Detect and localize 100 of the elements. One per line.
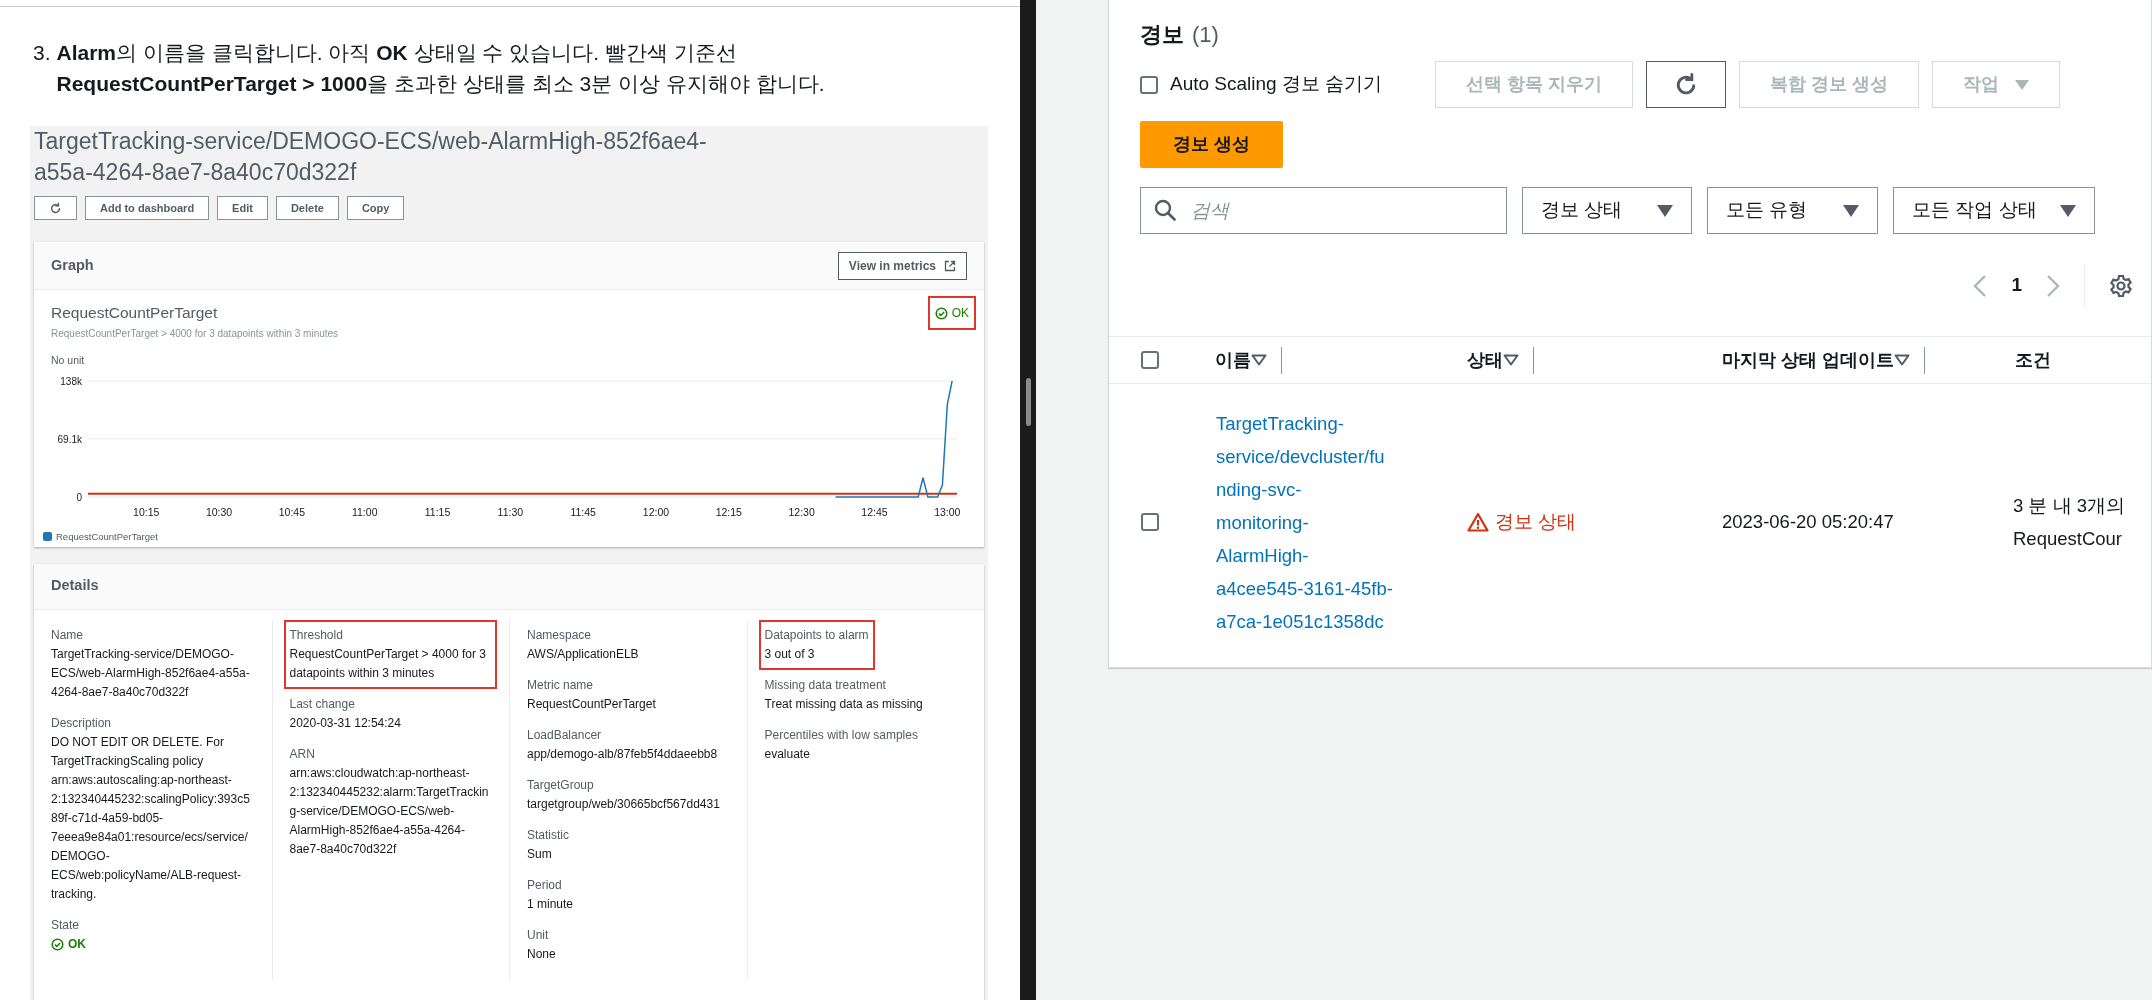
field-value: Treat missing data as missing	[764, 695, 924, 713]
field-value: 1 minute	[527, 895, 575, 913]
x-tick-label: 11:30	[497, 505, 524, 518]
alarm-state: OK	[927, 296, 976, 330]
y-tick-label: 0	[76, 491, 82, 503]
field-label: Description	[51, 714, 113, 732]
page-number[interactable]: 1	[2011, 271, 2022, 300]
field-value: RequestCountPerTarget	[527, 695, 657, 713]
field-value: DO NOT EDIT OR DELETE. For TargetTrackingScaling policy arn:aws:autoscaling:ap-northeast-2:132340445232:scalingPolicy:393c589f-c71d-4a59-bd05-7eeea9e84a01:resource/ecs/service/DEMOGO-ECS/web:policyName/ALB-request-tracking.	[51, 733, 251, 903]
field-value: targetgroup/web/30665bcf567dd431	[527, 795, 721, 813]
field-value: evaluate	[764, 745, 811, 763]
settings-icon[interactable]	[2109, 273, 2133, 298]
field-label: Percentiles with low samples	[764, 726, 919, 744]
x-tick-label: 12:30	[788, 505, 815, 518]
field-label: Datapoints to alarm	[764, 626, 869, 644]
x-tick-label: 12:15	[715, 505, 742, 518]
step-number: 3.	[33, 40, 51, 66]
metric-title: RequestCountPerTarget	[51, 303, 218, 324]
y-tick-label: 69.1k	[57, 433, 82, 445]
field-value: RequestCountPerTarget > 4000 for 3 datapoints within 3 minutes	[289, 645, 487, 682]
details-heading: Details	[51, 576, 99, 596]
field-value: 3 out of 3	[764, 645, 816, 663]
caret-icon	[2015, 79, 2030, 90]
field-value: AWS/ApplicationELB	[527, 645, 640, 663]
field-label: Namespace	[527, 626, 593, 644]
field-value: arn:aws:cloudwatch:ap-northeast-2:132340445232:alarm:TargetTracking-service/DEMOGO-ECS/web-AlarmHigh-852f6ae4-a55a-4264-8ae7-8a40c70d322f	[289, 764, 490, 858]
select-all-checkbox[interactable]	[1141, 351, 1159, 369]
filter-dropdown[interactable]: 모든 작업 상태	[1893, 187, 2095, 234]
field-value: 2020-03-31 12:54:24	[289, 714, 402, 732]
x-tick-label: 10:30	[205, 505, 233, 518]
x-tick-label: 11:00	[351, 505, 378, 518]
search-field[interactable]: 검색	[1140, 187, 1507, 234]
sort-icon[interactable]	[1251, 354, 1267, 366]
x-tick-label: 12:45	[861, 505, 888, 518]
field-label: State	[51, 916, 81, 934]
field-label: TargetGroup	[527, 776, 595, 794]
field-label: Unit	[527, 926, 550, 944]
checkbox[interactable]	[1140, 75, 1158, 94]
field-label: Name	[51, 626, 84, 644]
toolbar-button[interactable]: Edit	[217, 196, 268, 220]
external-link-icon	[944, 259, 956, 272]
field-label: Missing data treatment	[764, 676, 887, 694]
refresh-icon	[49, 201, 62, 215]
column-header[interactable]: 이름	[1191, 346, 1251, 374]
legend-label: RequestCountPerTarget	[56, 530, 158, 542]
view-in-metrics-button[interactable]: View in metrics	[837, 251, 967, 280]
y-tick-label: 138k	[60, 375, 82, 387]
sort-icon[interactable]	[1503, 354, 1519, 366]
alarm-title: a55a-4264-8ae7-8a40c70d322f	[34, 158, 358, 187]
unit-label: No unit	[51, 353, 86, 368]
x-tick-label: 11:15	[424, 505, 451, 518]
field-label: Last change	[289, 695, 356, 713]
field-value: Sum	[527, 845, 553, 863]
table-cell-text: 2023-06-20 05:20:47	[1721, 510, 1894, 535]
panel-title: 경보	[1140, 21, 1184, 49]
instruction-text: RequestCountPerTarget > 1000을 초과한 상태를 최소 3분 이상 유지해야 합니다.	[56, 71, 825, 97]
toolbar-button[interactable]: Copy	[346, 196, 405, 220]
column-header[interactable]: 마지막 상태 업데이트	[1698, 346, 1894, 374]
x-tick-label: 13:00	[934, 505, 961, 518]
field-label: Period	[527, 876, 563, 894]
check-circle-icon	[51, 937, 64, 951]
field-label: Metric name	[527, 676, 595, 694]
row-checkbox[interactable]	[1141, 513, 1159, 531]
warning-icon	[1467, 512, 1489, 532]
field-value: TargetTracking-service/DEMOGO-ECS/web-AlarmHigh-852f6ae4-a55a-4264-8ae7-8a40c70d322f	[51, 645, 251, 701]
checkbox-label: Auto Scaling 경보 숨기기	[1170, 72, 1383, 97]
state-value: OK	[51, 934, 254, 954]
legend-swatch	[43, 531, 52, 541]
graph-heading: Graph	[51, 255, 94, 275]
field-value: app/demogo-alb/87feb5f4ddaeebb8	[527, 745, 719, 763]
filter-dropdown[interactable]: 모든 유형	[1707, 187, 1878, 234]
field-value: None	[527, 945, 557, 963]
create-alarm-button[interactable]: 경보 생성	[1140, 121, 1283, 168]
refresh-button[interactable]	[34, 196, 77, 220]
x-tick-label: 12:00	[642, 505, 670, 518]
x-tick-label: 10:15	[133, 505, 160, 518]
refresh-button[interactable]	[1646, 61, 1726, 108]
field-label: Statistic	[527, 826, 570, 844]
alarm-count: (1)	[1192, 21, 1219, 49]
field-label: LoadBalancer	[527, 726, 603, 744]
alarm-state: 경보 상태	[1443, 508, 1577, 536]
metric-condition: RequestCountPerTarget > 4000 for 3 datapoints within 3 minutes	[51, 327, 340, 341]
sort-icon[interactable]	[1894, 354, 1910, 366]
field-label: ARN	[289, 745, 316, 763]
column-header[interactable]: 조건	[1991, 346, 2051, 374]
table-cell-text: 3 분 내 3개의 RequestCour	[2012, 494, 2126, 551]
alarm-name-link[interactable]: TargetTracking-service/devcluster/funding-svc-monitoring-AlarmHigh-a4cee545-3161-45fb-a7ca-1e051c1358dc	[1191, 406, 1443, 638]
column-header[interactable]: 상태	[1443, 346, 1503, 374]
toolbar-button[interactable]: Delete	[275, 196, 339, 220]
instruction-text: Alarm의 이름을 클릭합니다. 아직 OK 상태일 수 있습니다. 빨간색 기준선	[56, 40, 738, 66]
caret-icon	[1843, 204, 1859, 217]
x-tick-label: 10:45	[278, 505, 306, 518]
resize-handle[interactable]	[1025, 378, 1031, 426]
filter-dropdown[interactable]: 경보 상태	[1522, 187, 1692, 234]
caret-icon	[1657, 204, 1673, 217]
field-label: Threshold	[289, 626, 344, 644]
x-tick-label: 11:45	[570, 505, 596, 518]
check-circle-icon	[934, 306, 948, 320]
toolbar-button[interactable]: Add to dashboard	[85, 196, 210, 220]
alarm-title: TargetTracking-service/DEMOGO-ECS/web-AlarmHigh-852f6ae4-	[34, 127, 708, 156]
